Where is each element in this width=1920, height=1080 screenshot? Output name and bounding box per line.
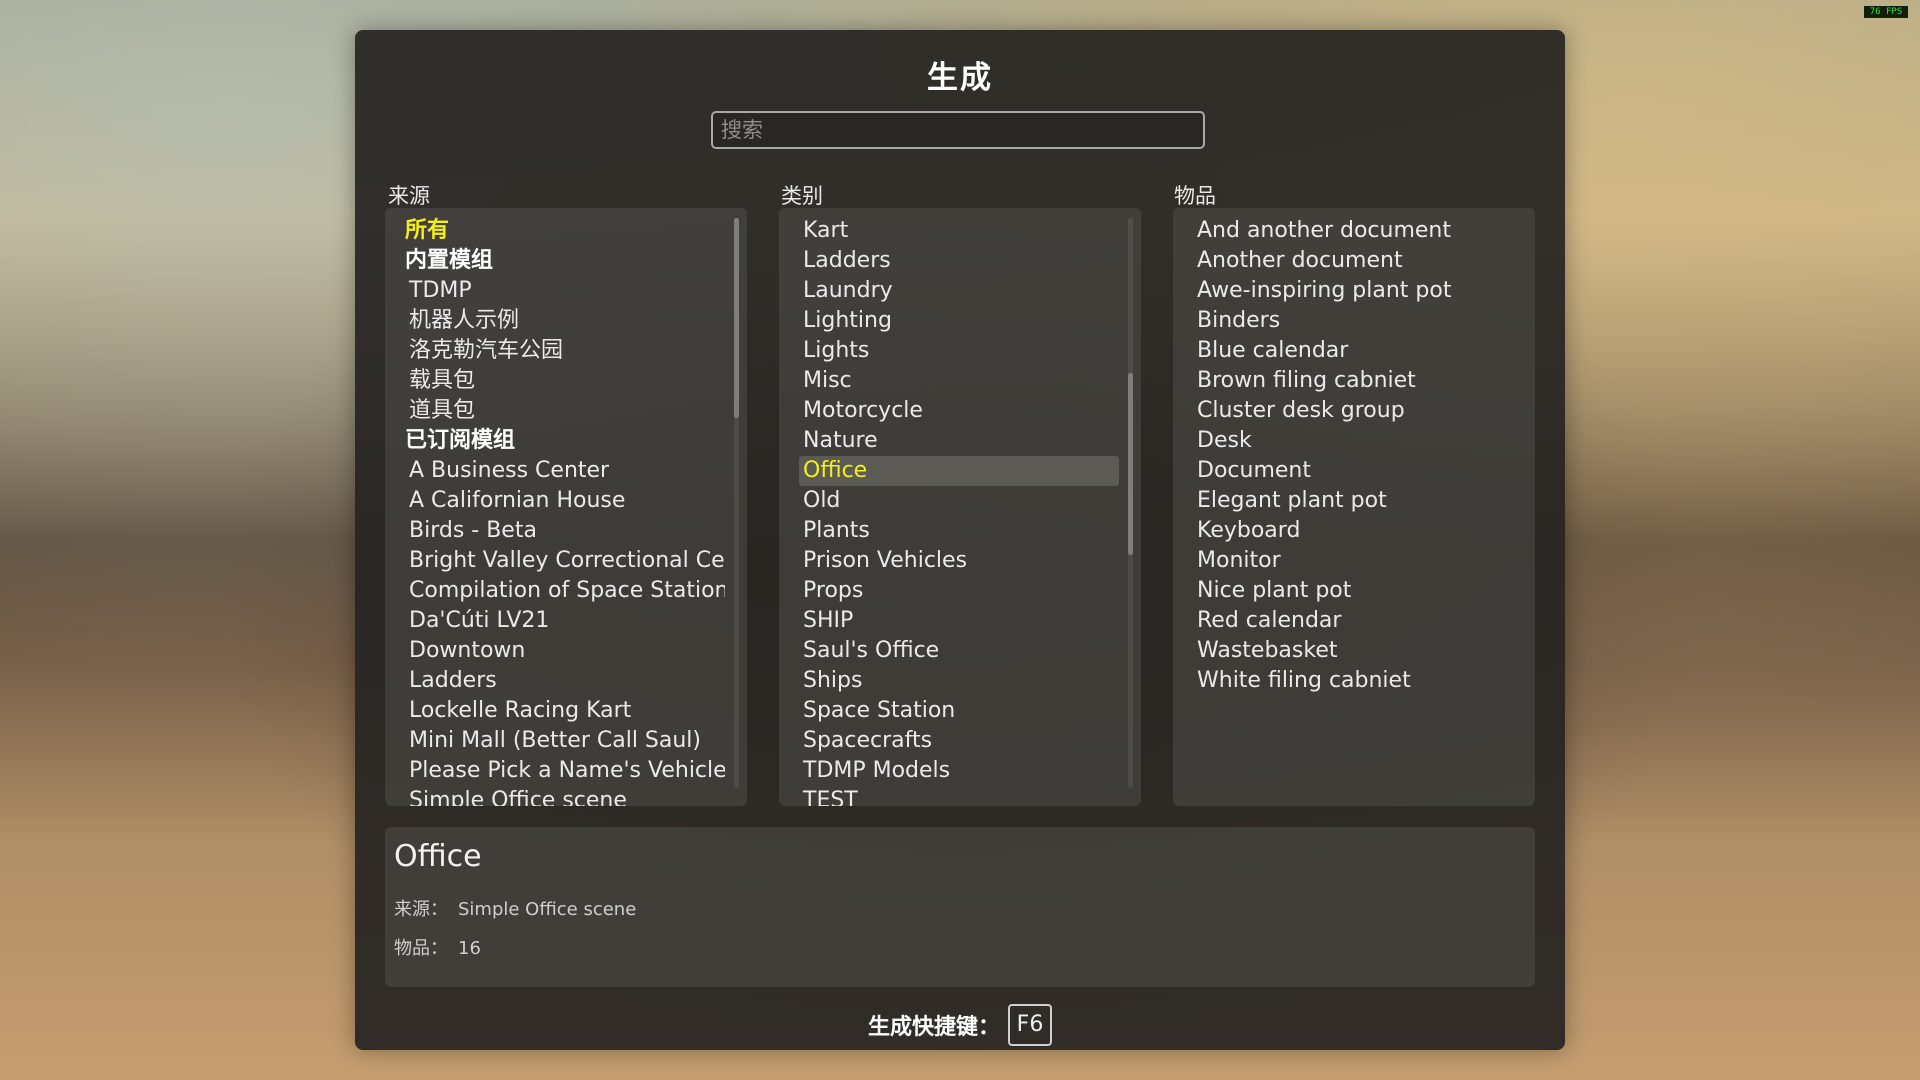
source-group-header[interactable]: 所有 [405, 216, 725, 246]
item-list-item[interactable]: Elegant plant pot [1193, 486, 1513, 516]
item-list-item[interactable]: And another document [1193, 216, 1513, 246]
source-scrollbar[interactable] [734, 218, 739, 788]
category-column-header: 类别 [781, 184, 823, 208]
category-list-item[interactable]: TEST [799, 786, 1119, 806]
source-list-item[interactable]: Downtown [405, 636, 725, 666]
source-scroll-thumb[interactable] [734, 218, 739, 418]
detail-count-row: 物品： 16 [394, 934, 481, 960]
category-list-item[interactable]: Kart [799, 216, 1119, 246]
detail-count-value: 16 [458, 938, 481, 959]
items-list[interactable]: And another document Another document Awe-… [1173, 208, 1535, 806]
source-list-item[interactable]: Da'Cúti LV21 [405, 606, 725, 636]
category-list-item[interactable]: Spacecrafts [799, 726, 1119, 756]
source-group-header[interactable]: 内置模组 [405, 246, 725, 276]
hotkey-label: 生成快捷键： [867, 1015, 1000, 1040]
category-list-item[interactable]: Ladders [799, 246, 1119, 276]
source-list-item[interactable]: TDMP [405, 276, 725, 306]
item-list-item[interactable]: Blue calendar [1193, 336, 1513, 366]
spawn-menu-panel: 生成 来源 类别 物品 所有内置模组TDMP机器人示例洛克勒汽车公园载具包道具包… [355, 30, 1565, 1050]
item-list-item[interactable]: Another document [1193, 246, 1513, 276]
detail-panel: Office 来源： Simple Office scene 物品： 16 [385, 827, 1535, 987]
source-list-item[interactable]: 机器人示例 [405, 306, 725, 336]
category-list-item[interactable]: Laundry [799, 276, 1119, 306]
item-list-item[interactable]: White filing cabniet [1193, 666, 1513, 696]
hotkey-keycap[interactable]: F6 [1008, 1004, 1052, 1046]
item-list-item[interactable]: Brown filing cabniet [1193, 366, 1513, 396]
source-list-item[interactable]: Please Pick a Name's Vehicle Pa [405, 756, 725, 786]
source-list-item[interactable]: A Californian House [405, 486, 725, 516]
detail-source-value: Simple Office scene [458, 899, 637, 920]
item-list-item[interactable]: Nice plant pot [1193, 576, 1513, 606]
category-list-item[interactable]: Props [799, 576, 1119, 606]
source-list-item[interactable]: Bright Valley Correctional Cente [405, 546, 725, 576]
category-list-item[interactable]: Saul's Office [799, 636, 1119, 666]
item-list-item[interactable]: Keyboard [1193, 516, 1513, 546]
items-column-header: 物品 [1174, 184, 1216, 208]
item-list-item[interactable]: Monitor [1193, 546, 1513, 576]
category-list-item[interactable]: SHIP [799, 606, 1119, 636]
item-list-item[interactable]: Red calendar [1193, 606, 1513, 636]
source-list-item[interactable]: 道具包 [405, 396, 725, 426]
source-list-item[interactable]: Mini Mall (Better Call Saul) [405, 726, 725, 756]
source-list-item[interactable]: 洛克勒汽车公园 [405, 336, 725, 366]
item-list-item[interactable]: Wastebasket [1193, 636, 1513, 666]
category-list-item[interactable]: Lighting [799, 306, 1119, 336]
category-list-item[interactable]: Motorcycle [799, 396, 1119, 426]
category-list-item[interactable]: Prison Vehicles [799, 546, 1119, 576]
category-list-item[interactable]: Plants [799, 516, 1119, 546]
source-list-item[interactable]: Ladders [405, 666, 725, 696]
detail-source-row: 来源： Simple Office scene [394, 895, 636, 921]
search-input[interactable] [711, 111, 1205, 149]
category-list-item[interactable]: Nature [799, 426, 1119, 456]
category-list-item[interactable]: Office [799, 456, 1119, 486]
item-list-item[interactable]: Document [1193, 456, 1513, 486]
category-list-item[interactable]: Lights [799, 336, 1119, 366]
source-list-item[interactable]: A Business Center [405, 456, 725, 486]
category-list-item[interactable]: Ships [799, 666, 1119, 696]
source-list-item[interactable]: Simple Office scene [405, 786, 725, 806]
item-list-item[interactable]: Binders [1193, 306, 1513, 336]
source-list-item[interactable]: Birds - Beta [405, 516, 725, 546]
detail-title: Office [394, 839, 482, 874]
spawn-hotkey-hint: 生成快捷键： F6 [355, 1004, 1565, 1046]
category-scrollbar[interactable] [1128, 218, 1133, 788]
source-column-header: 来源 [388, 184, 430, 208]
item-list-item[interactable]: Cluster desk group [1193, 396, 1513, 426]
source-group-header[interactable]: 已订阅模组 [405, 426, 725, 456]
source-list[interactable]: 所有 内置模组 TDMP 机器人示例 洛克勒汽车公园 载具包 道具包 已订阅模组 A Busin… [385, 208, 747, 806]
source-list-item[interactable]: Compilation of Space Stations [405, 576, 725, 606]
detail-count-label: 物品： [394, 938, 448, 959]
source-list-item[interactable]: Lockelle Racing Kart [405, 696, 725, 726]
menu-title: 生成 [927, 60, 993, 96]
item-list-item[interactable]: Desk [1193, 426, 1513, 456]
category-list[interactable]: Kart Ladders Laundry Lighting Lights Misc Moto… [779, 208, 1141, 806]
detail-source-label: 来源： [394, 899, 448, 920]
category-list-item[interactable]: Old [799, 486, 1119, 516]
category-list-item[interactable]: Misc [799, 366, 1119, 396]
category-list-item[interactable]: TDMP Models [799, 756, 1119, 786]
item-list-item[interactable]: Awe-inspiring plant pot [1193, 276, 1513, 306]
category-scroll-thumb[interactable] [1128, 373, 1133, 555]
category-list-item[interactable]: Space Station [799, 696, 1119, 726]
source-list-item[interactable]: 载具包 [405, 366, 725, 396]
fps-counter: 76 FPS [1864, 6, 1908, 18]
